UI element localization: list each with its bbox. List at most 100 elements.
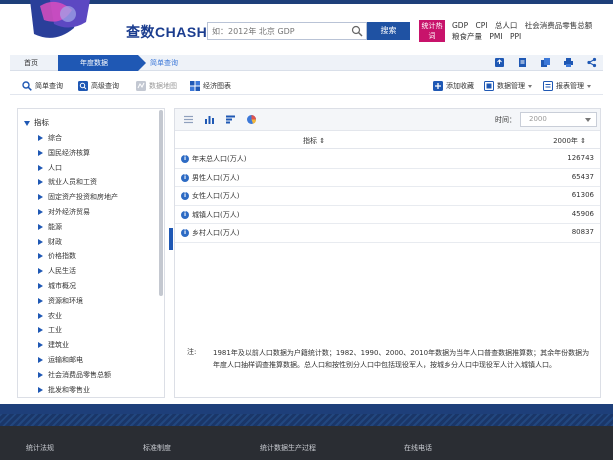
data-map-button[interactable]: 数据地图 (136, 79, 177, 93)
horizontal-bar-icon[interactable] (225, 114, 236, 125)
table-row: i 年末总人口(万人) 126743 (175, 150, 600, 169)
footer-band (0, 404, 613, 414)
advanced-query-button[interactable]: 高级查询 (78, 79, 119, 93)
tree-root[interactable]: 指标 (24, 117, 49, 128)
tree-item[interactable]: 国民经济核算 (38, 146, 118, 161)
tree-item-label: 批发和零售业 (48, 385, 90, 394)
breadcrumb-annual-data[interactable]: 年度数据 (58, 55, 146, 71)
footer-link-label: 在线电话 (404, 444, 432, 452)
report-manage-dropdown[interactable]: 报表管理 (543, 79, 591, 93)
sidebar-scrollbar[interactable] (159, 110, 163, 296)
info-icon[interactable]: i (181, 173, 189, 182)
tree-item[interactable]: 资源和环境 (38, 294, 118, 309)
tree-item[interactable]: 社会消费品零售总额 (38, 368, 118, 383)
footer-link[interactable]: 标准制度 (143, 443, 171, 453)
caret-right-icon (38, 194, 43, 201)
hot-link[interactable]: 总人口 (495, 21, 518, 30)
tree-item-label: 建筑业 (48, 341, 69, 350)
tree-item[interactable]: 综合 (38, 131, 118, 146)
tree-item[interactable]: 固定资产投资和房地产 (38, 190, 118, 205)
search-box (207, 22, 367, 40)
tree-item-label: 就业人员和工资 (48, 178, 97, 187)
tree-item[interactable]: 人口 (38, 161, 118, 176)
note-text: 1981年及以前人口数据为户籍统计数；1982、1990、2000、2010年数… (213, 349, 590, 369)
tree-item[interactable]: 人民生活 (38, 264, 118, 279)
info-icon[interactable]: i (181, 192, 189, 201)
hot-link[interactable]: PMI (489, 32, 502, 41)
hot-link[interactable]: 社会消费品零售总额 (525, 21, 593, 30)
table-header: 指标 ⇕ 2000年 ⇕ (175, 132, 600, 149)
table-row: i 乡村人口(万人) 80837 (175, 224, 600, 243)
column-header-year[interactable]: 2000年 ⇕ (553, 136, 586, 146)
breadcrumb-simple-query[interactable]: 简单查询 (148, 55, 178, 71)
info-icon[interactable]: i (181, 210, 189, 219)
hot-words-badge: 统计热词 (419, 20, 445, 42)
tree-list: 综合 国民经济核算 人口 就业人员和工资 固定资产投资和房地产 对外经济贸易 能… (38, 131, 118, 397)
caret-right-icon (38, 297, 43, 304)
advanced-search-icon (78, 81, 88, 91)
tree-item[interactable]: 批发和零售业 (38, 383, 118, 397)
note-label: 注: (187, 348, 197, 356)
row-value: 126743 (567, 154, 594, 162)
simple-query-button[interactable]: 简单查询 (22, 79, 63, 93)
breadcrumb-home[interactable]: 首页 (10, 55, 58, 71)
tree-item[interactable]: 运输和邮电 (38, 353, 118, 368)
tree-item[interactable]: 农业 (38, 309, 118, 324)
simple-query-label: 简单查询 (35, 82, 63, 90)
info-icon[interactable]: i (181, 155, 189, 163)
tree-item[interactable]: 对外经济贸易 (38, 205, 118, 220)
indicator-tree: 指标 综合 国民经济核算 人口 就业人员和工资 固定资产投资和房地产 对外经济贸… (17, 108, 165, 398)
table-row: i 男性人口(万人) 65437 (175, 169, 600, 188)
tree-item-label: 能源 (48, 222, 62, 231)
tree-item[interactable]: 建筑业 (38, 338, 118, 353)
column-header-indicator[interactable]: 指标 ⇕ (303, 136, 325, 146)
tree-item-label: 国民经济核算 (48, 148, 90, 157)
toolbar: 简单查询 高级查询 数据地图 经济图表 添加收藏 数据管理 报表管理 (10, 77, 603, 95)
export-icon[interactable] (494, 57, 505, 68)
document-icon[interactable] (517, 57, 528, 68)
tree-item[interactable]: 财政 (38, 235, 118, 250)
bar-chart-icon[interactable] (204, 114, 215, 125)
search-icon[interactable] (351, 25, 363, 37)
row-indicator: 男性人口(万人) (192, 173, 240, 182)
time-select-value: 2000 (529, 115, 547, 123)
time-select[interactable]: 2000 (520, 112, 597, 127)
economic-chart-button[interactable]: 经济图表 (190, 79, 231, 93)
hot-link[interactable]: PPI (510, 32, 521, 41)
tree-item[interactable]: 城市概况 (38, 279, 118, 294)
brand-logo[interactable]: 查数CHASHU (126, 22, 218, 42)
panel-toolbar: 时间： 2000 (175, 109, 600, 131)
footer-link[interactable]: 统计法规 (26, 443, 54, 453)
logo-graphic (30, 0, 90, 38)
tree-item-label: 工业 (48, 326, 62, 335)
data-manage-icon (484, 81, 494, 91)
caret-right-icon (38, 327, 43, 334)
table-view-icon[interactable] (183, 114, 194, 125)
tree-item[interactable]: 能源 (38, 220, 118, 235)
hot-link[interactable]: 粮食产量 (452, 32, 482, 41)
panel-collapse-handle[interactable] (169, 228, 173, 250)
copy-icon[interactable] (540, 57, 551, 68)
caret-right-icon (38, 149, 43, 156)
add-favorite-button[interactable]: 添加收藏 (433, 79, 474, 93)
tree-item-label: 综合 (48, 134, 62, 142)
tree-item[interactable]: 就业人员和工资 (38, 175, 118, 190)
search-button[interactable]: 搜索 (367, 22, 410, 40)
row-indicator: 女性人口(万人) (192, 192, 240, 201)
info-icon[interactable]: i (181, 229, 189, 238)
hot-link[interactable]: CPI (476, 21, 488, 30)
view-switcher (183, 114, 257, 125)
print-icon[interactable] (563, 57, 574, 68)
hot-link[interactable]: GDP (452, 21, 468, 30)
tree-item[interactable]: 工业 (38, 323, 118, 338)
caret-right-icon (38, 386, 43, 393)
pie-chart-icon[interactable] (246, 114, 257, 125)
footer-link[interactable]: 统计数据生产过程 (260, 443, 316, 453)
caret-right-icon (38, 135, 43, 141)
share-icon[interactable] (586, 57, 597, 68)
map-icon (136, 81, 146, 91)
tree-item[interactable]: 价格指数 (38, 249, 118, 264)
search-input[interactable] (208, 23, 348, 39)
data-manage-dropdown[interactable]: 数据管理 (484, 79, 532, 93)
footer-link[interactable]: 在线电话 (404, 443, 432, 453)
